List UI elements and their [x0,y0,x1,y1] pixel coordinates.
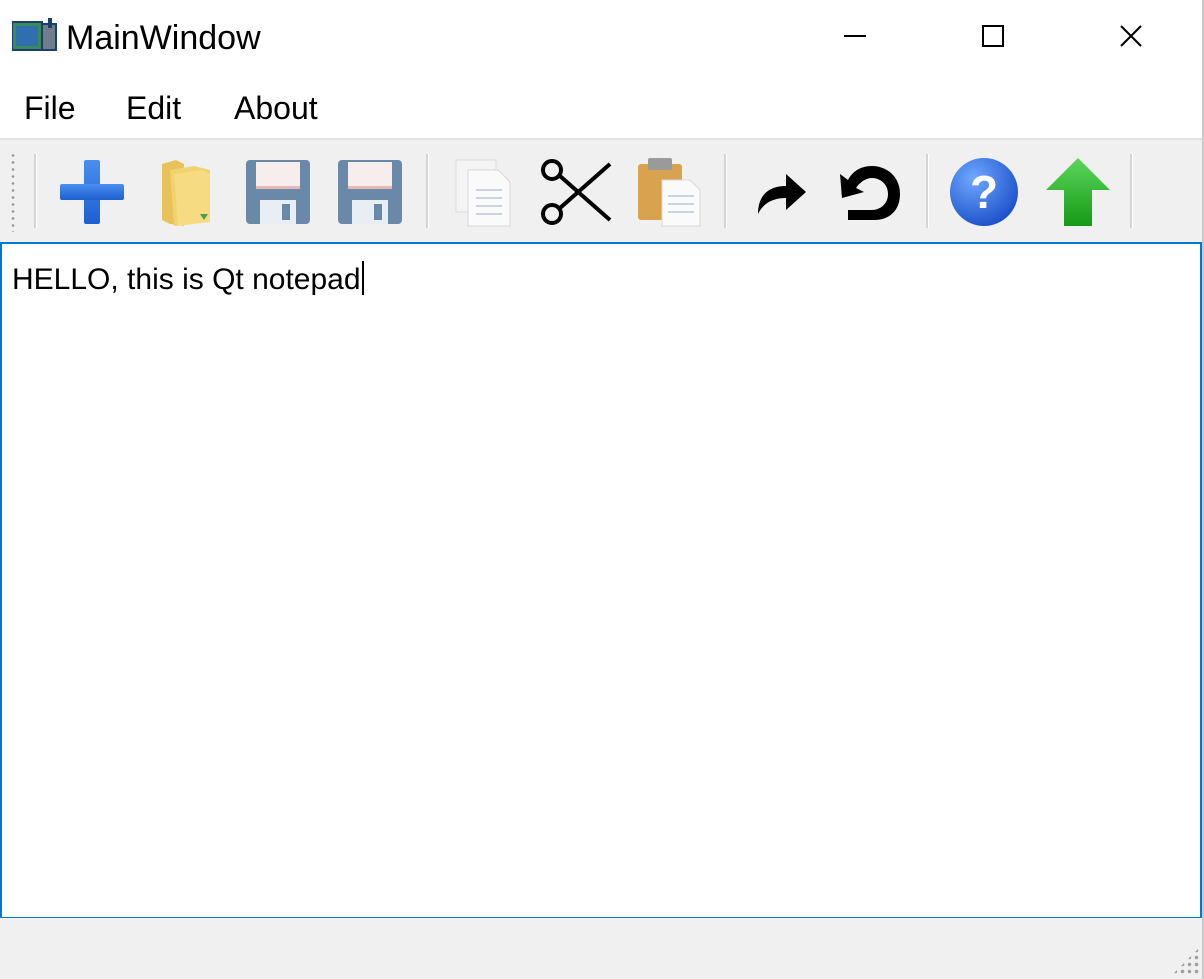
app-icon [12,18,57,51]
open-button[interactable] [146,152,226,232]
paste-icon [638,158,701,227]
upload-icon [1046,158,1110,226]
copy-button[interactable] [444,152,524,232]
toolbar-separator [724,154,727,228]
minimize-icon [844,35,866,37]
text-caret [361,261,364,295]
redo-button[interactable] [740,152,820,232]
toolbar: ? [0,138,1204,242]
upload-button[interactable] [1038,152,1118,232]
help-button[interactable]: ? [944,152,1024,232]
toolbar-grip[interactable] [10,152,16,232]
size-grip[interactable] [1172,947,1200,975]
save-as-icon [338,160,402,224]
title-bar[interactable]: MainWindow [0,0,1204,76]
main-window: MainWindow File Edit About ? HELLO, this… [0,0,1204,979]
copy-icon [455,159,511,227]
toolbar-separator [34,154,37,228]
text-editor[interactable]: HELLO, this is Qt notepad [0,242,1202,919]
window-title: MainWindow [66,19,261,57]
undo-icon [840,166,900,220]
help-icon: ? [950,158,1018,226]
redo-icon [758,174,806,214]
new-button[interactable] [52,152,132,232]
close-icon [1120,25,1142,47]
maximize-icon [982,25,1004,47]
svg-text:?: ? [970,166,998,218]
open-folder-icon [162,160,210,226]
new-icon [60,160,124,224]
save-icon [246,160,310,224]
save-as-button[interactable] [330,152,410,232]
editor-text: HELLO, this is Qt notepad [12,263,361,296]
menu-about[interactable]: About [234,88,318,128]
status-bar [0,918,1204,979]
editor-content[interactable]: HELLO, this is Qt notepad [12,260,364,300]
cut-icon [541,159,612,225]
menu-bar: File Edit About [0,76,1204,138]
toolbar-separator [1130,154,1133,228]
minimize-button[interactable] [786,0,924,72]
toolbar-separator [926,154,929,228]
cut-button[interactable] [536,152,616,232]
maximize-button[interactable] [924,0,1062,72]
undo-button[interactable] [832,152,912,232]
toolbar-separator [426,154,429,228]
menu-file[interactable]: File [24,88,76,128]
menu-edit[interactable]: Edit [126,88,181,128]
save-button[interactable] [238,152,318,232]
close-button[interactable] [1062,0,1200,72]
paste-button[interactable] [628,152,708,232]
